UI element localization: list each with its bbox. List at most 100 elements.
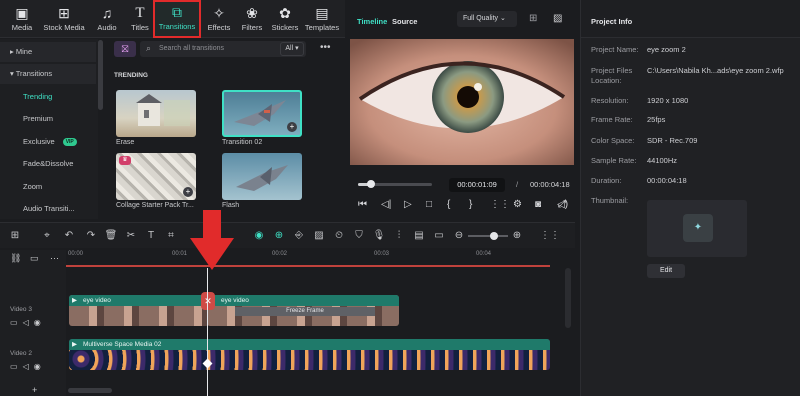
tab-transitions[interactable]: ⧉ Transitions [153, 0, 201, 38]
video-clip-icon: ▶ [72, 341, 77, 348]
annotation-arrow [190, 210, 234, 270]
filter-dropdown[interactable]: All ▾ [280, 42, 304, 56]
folder-icon[interactable]: ▭ [10, 318, 23, 327]
duration-value: 00:00:04:18 [647, 176, 687, 185]
tab-source-preview[interactable]: Source [392, 17, 417, 26]
mic-icon[interactable]: 🎙 [372, 229, 386, 243]
eye-icon[interactable]: ◉ [34, 318, 46, 327]
clip-eye-video-2[interactable]: ▶eye video Freeze Frame [207, 295, 399, 326]
tab-stickers[interactable]: ✿ Stickers [268, 3, 302, 35]
tab-media[interactable]: ▣ Media [5, 3, 39, 35]
volume-icon[interactable]: ◁ [23, 318, 34, 327]
clip-eye-video-1[interactable]: ▶ eye video [69, 295, 209, 326]
crop-icon[interactable]: ⌗ [164, 229, 178, 243]
category-audio-transitions[interactable]: Audio Transiti... [0, 199, 96, 219]
quality-dropdown[interactable]: Full Quality ⌄ [457, 11, 517, 27]
tab-timeline-preview[interactable]: Timeline [357, 17, 387, 26]
marker-icon[interactable]: ⎆ [292, 229, 306, 243]
text-tool-icon[interactable]: T [144, 229, 158, 243]
tab-stock-media[interactable]: ⊞ Stock Media [41, 3, 87, 35]
timeline-ruler[interactable]: 00:00 00:01 00:02 00:03 00:04 [66, 250, 575, 268]
add-icon[interactable]: + [287, 122, 297, 132]
thumbnail-box[interactable]: ✦ [647, 200, 747, 257]
select-tool-icon[interactable]: ⌖ [40, 229, 54, 243]
layout-icon[interactable]: ⊞ [8, 229, 22, 243]
transition-thumb-collage[interactable]: ♛ + [116, 153, 196, 200]
add-icon[interactable]: + [32, 385, 37, 395]
folder-icon[interactable]: ▭ [10, 362, 23, 371]
current-time: 00:00:01:09 [449, 178, 505, 192]
sample-rate-value: 44100Hz [647, 156, 678, 165]
render-icon[interactable]: ⋮⋮ [490, 199, 510, 210]
split-icon[interactable]: ✂ [124, 229, 138, 243]
timeline-scrollbar[interactable] [68, 388, 112, 393]
category-scrollbar[interactable] [98, 40, 103, 110]
prev-frame-icon[interactable]: ⏮ [358, 199, 367, 210]
eye-icon[interactable]: ◉ [34, 362, 46, 371]
vertical-scrollbar[interactable] [565, 268, 571, 328]
category-exclusive[interactable]: Exclusive VIP [0, 132, 96, 152]
category-fade-dissolve[interactable]: Fade&Dissolve [0, 154, 96, 174]
category-transitions[interactable]: ▾ Transitions [0, 64, 96, 84]
playhead-line[interactable] [207, 268, 208, 396]
mixer-icon[interactable]: ⫶ [392, 229, 406, 243]
freeze-frame-label: Freeze Frame [235, 307, 375, 316]
clip-multiverse-space[interactable]: ▶ Multiverse Space Media 02 [69, 339, 550, 370]
clip-settings-icon[interactable]: ▤ [412, 229, 426, 243]
ai-thumbnail-icon: ✦ [683, 214, 713, 242]
transition-thumb-02[interactable]: + [222, 90, 302, 137]
settings-icon[interactable]: ⚙ [513, 199, 522, 210]
step-back-icon[interactable]: ◁| [381, 199, 391, 210]
play-icon[interactable]: ▷ [404, 199, 412, 210]
category-mine[interactable]: ▸ Mine [0, 42, 96, 62]
gift-icon[interactable]: ⛝ [114, 41, 136, 57]
tab-titles[interactable]: T Titles [123, 3, 157, 35]
delete-icon[interactable]: 🗑 [104, 229, 118, 243]
tab-filters[interactable]: ❀ Filters [235, 3, 269, 35]
category-trending[interactable]: Trending [0, 87, 96, 107]
playback-progress[interactable] [358, 180, 432, 188]
speed-icon[interactable]: ⏲ [332, 229, 346, 243]
add-icon[interactable]: + [183, 187, 193, 197]
undo-icon[interactable]: ↶ [62, 229, 76, 243]
video-preview [350, 39, 574, 165]
mark-out-icon[interactable]: } [469, 199, 472, 210]
search-icon: ⌕ [146, 43, 152, 53]
camera-icon[interactable]: ◙ [535, 199, 541, 210]
transition-thumb-flash[interactable] [222, 153, 302, 200]
templates-icon: ▤ [315, 5, 329, 21]
shield-icon[interactable]: ⛉ [352, 229, 366, 243]
media-icon: ▣ [15, 5, 29, 21]
volume-icon[interactable]: ◁ [23, 362, 34, 371]
link-icon[interactable]: ⛓ [10, 253, 21, 264]
category-premium[interactable]: Premium [0, 109, 96, 129]
track-label-video2: Video 2 [10, 350, 32, 357]
grid-icon[interactable]: ⊞ [529, 13, 537, 24]
project-info-title: Project Info [591, 17, 633, 26]
edit-button[interactable]: Edit [647, 264, 685, 278]
image-icon[interactable]: ▨ [312, 229, 326, 243]
mark-in-icon[interactable]: { [447, 199, 450, 210]
tab-audio[interactable]: ♫ Audio [90, 3, 124, 35]
tab-effects[interactable]: ✧ Effects [202, 3, 236, 35]
more-icon[interactable]: ••• [320, 42, 331, 53]
ai-tool-icon[interactable]: ◉ [252, 229, 266, 243]
redo-icon[interactable]: ↷ [84, 229, 98, 243]
timeline-toolbar: ⊞ ⌖ ↶ ↷ 🗑 ✂ T ⌗ ◉ ⊕ ⎆ ▨ ⏲ ⛉ 🎙 ⫶ ▤ ▭ ⊖ ⊕ … [0, 222, 575, 248]
subtitle-icon[interactable]: ▭ [432, 229, 446, 243]
tab-templates[interactable]: ▤ Templates [302, 3, 342, 35]
video-clip-icon: ▶ [72, 297, 77, 304]
track-manage-icon[interactable]: ⋯ [50, 253, 59, 264]
zoom-slider[interactable] [468, 232, 508, 240]
category-zoom[interactable]: Zoom [0, 177, 96, 197]
grid-view-icon[interactable]: ⋮⋮ [540, 229, 560, 243]
stop-icon[interactable]: □ [426, 199, 432, 210]
add-track-icon[interactable]: ▭ [30, 253, 39, 264]
fullscreen-icon[interactable]: ⤢ [558, 199, 566, 210]
zoom-in-icon[interactable]: ⊕ [510, 229, 524, 243]
zoom-out-icon[interactable]: ⊖ [452, 229, 466, 243]
transition-marker[interactable]: ✕ [201, 292, 215, 310]
snap-icon[interactable]: ⊕ [272, 229, 286, 243]
transition-thumb-erase[interactable] [116, 90, 196, 137]
snapshot-icon[interactable]: ▨ [553, 13, 562, 24]
